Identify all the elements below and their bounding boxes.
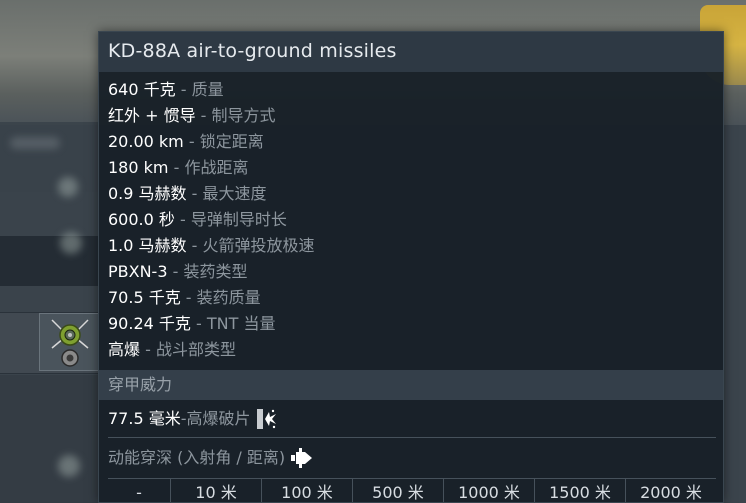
- distance-cell: 1000 米: [443, 479, 534, 502]
- apcbc-shell-icon: [291, 448, 313, 468]
- spec-value: 640 千克: [108, 80, 176, 99]
- spec-separator: -: [174, 210, 191, 229]
- distance-cell: 1500 米: [534, 479, 625, 502]
- spec-value: 红外 + 惯导: [108, 106, 196, 125]
- spec-row-tnt-equivalent: 90.24 千克 - TNT 当量: [108, 311, 723, 337]
- distance-cell: 500 米: [352, 479, 443, 502]
- spec-label: 锁定距离: [199, 132, 264, 151]
- distance-cell: -: [136, 483, 142, 502]
- spec-separator: -: [195, 106, 212, 125]
- spec-label: 战斗部类型: [155, 340, 236, 359]
- spec-separator: -: [186, 236, 203, 255]
- penetration-row: 77.5 毫米 - 高爆破片: [108, 406, 277, 432]
- spec-row-explosive-type: PBXN-3 - 装药类型: [108, 259, 723, 285]
- spec-separator: -: [168, 158, 185, 177]
- spec-row-lock-range: 20.00 km - 锁定距离: [108, 129, 723, 155]
- missile-slot-icon: [51, 319, 89, 367]
- spec-list: 640 千克 - 质量 红外 + 惯导 - 制导方式 20.00 km - 锁定…: [99, 72, 723, 363]
- section-title-armor-penetration: 穿甲威力: [99, 370, 723, 400]
- spec-label: 装药质量: [196, 288, 261, 307]
- spec-separator: -: [140, 340, 156, 359]
- distance-header-row: - 10 米 100 米 500 米 1000 米 1500 米 2000 米: [108, 478, 716, 502]
- penetration-label: 高爆破片: [186, 409, 251, 428]
- divider: [108, 437, 716, 438]
- spec-row-explosive-mass: 70.5 千克 - 装药质量: [108, 285, 723, 311]
- spec-label: 最大速度: [202, 184, 267, 203]
- weapon-slot[interactable]: [39, 313, 99, 371]
- spec-row-guidance: 红外 + 惯导 - 制导方式: [108, 103, 723, 129]
- left-panel-row: [0, 122, 98, 197]
- spec-value: 180 km: [108, 158, 169, 177]
- weapon-tooltip: KD-88A air-to-ground missiles 640 千克 - 质…: [98, 31, 724, 503]
- distance-cell: 10 米: [170, 479, 261, 502]
- spec-separator: -: [183, 132, 200, 151]
- kinetic-penetration-row: 动能穿深 (入射角 / 距离): [108, 445, 313, 471]
- spec-label: 制导方式: [211, 106, 276, 125]
- spec-separator: -: [180, 288, 197, 307]
- penetration-value: 77.5 毫米: [108, 409, 181, 428]
- kinetic-penetration-label: 动能穿深 (入射角 / 距离): [108, 448, 286, 467]
- spec-separator: -: [186, 184, 203, 203]
- he-fragment-icon: [256, 409, 276, 429]
- spec-label: 质量: [191, 80, 224, 99]
- spec-row-guidance-time: 600.0 秒 - 导弹制导时长: [108, 207, 723, 233]
- spec-separator: -: [167, 262, 184, 281]
- spec-row-warhead-type: 高爆 - 战斗部类型: [108, 337, 723, 363]
- spec-value: 70.5 千克: [108, 288, 181, 307]
- tooltip-title: KD-88A air-to-ground missiles: [99, 32, 723, 72]
- spec-value: 20.00 km: [108, 132, 184, 151]
- left-panel-row: [0, 232, 98, 286]
- distance-cell: 100 米: [261, 479, 352, 502]
- spec-label: 导弹制导时长: [190, 210, 287, 229]
- spec-label: 作战距离: [184, 158, 249, 177]
- spec-value: PBXN-3: [108, 262, 168, 281]
- spec-value: 90.24 千克: [108, 314, 191, 333]
- spec-separator: -: [190, 314, 207, 333]
- spec-value: 高爆: [108, 340, 141, 359]
- spec-value: 600.0 秒: [108, 210, 175, 229]
- spec-label: TNT 当量: [206, 314, 276, 333]
- spec-row-mass: 640 千克 - 质量: [108, 77, 723, 103]
- distance-cell: 2000 米: [625, 479, 716, 502]
- spec-label: 火箭弹投放极速: [202, 236, 315, 255]
- spec-separator: -: [175, 80, 192, 99]
- spec-value: 0.9 马赫数: [108, 184, 187, 203]
- spec-row-release-speed: 1.0 马赫数 - 火箭弹投放极速: [108, 233, 723, 259]
- spec-value: 1.0 马赫数: [108, 236, 187, 255]
- spec-row-max-speed: 0.9 马赫数 - 最大速度: [108, 181, 723, 207]
- spec-label: 装药类型: [183, 262, 248, 281]
- left-panel-row: [0, 375, 98, 503]
- spec-row-operational-range: 180 km - 作战距离: [108, 155, 723, 181]
